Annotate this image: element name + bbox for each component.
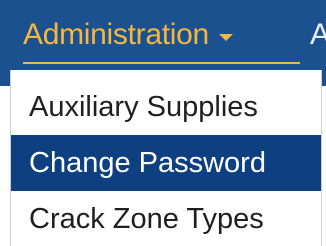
administration-dropdown: Auxiliary Supplies Change Password Crack…	[10, 70, 322, 246]
next-menu-item[interactable]: A	[310, 10, 326, 60]
administration-menu-label: Administration	[23, 18, 209, 51]
administration-menu[interactable]: Administration	[23, 10, 233, 60]
menu-item-crack-zone-types[interactable]: Crack Zone Types	[11, 191, 321, 246]
caret-down-icon	[218, 33, 233, 41]
menu-item-auxiliary-supplies[interactable]: Auxiliary Supplies	[11, 79, 321, 135]
menu-item-change-password[interactable]: Change Password	[11, 135, 321, 191]
active-menu-underline	[23, 62, 300, 64]
